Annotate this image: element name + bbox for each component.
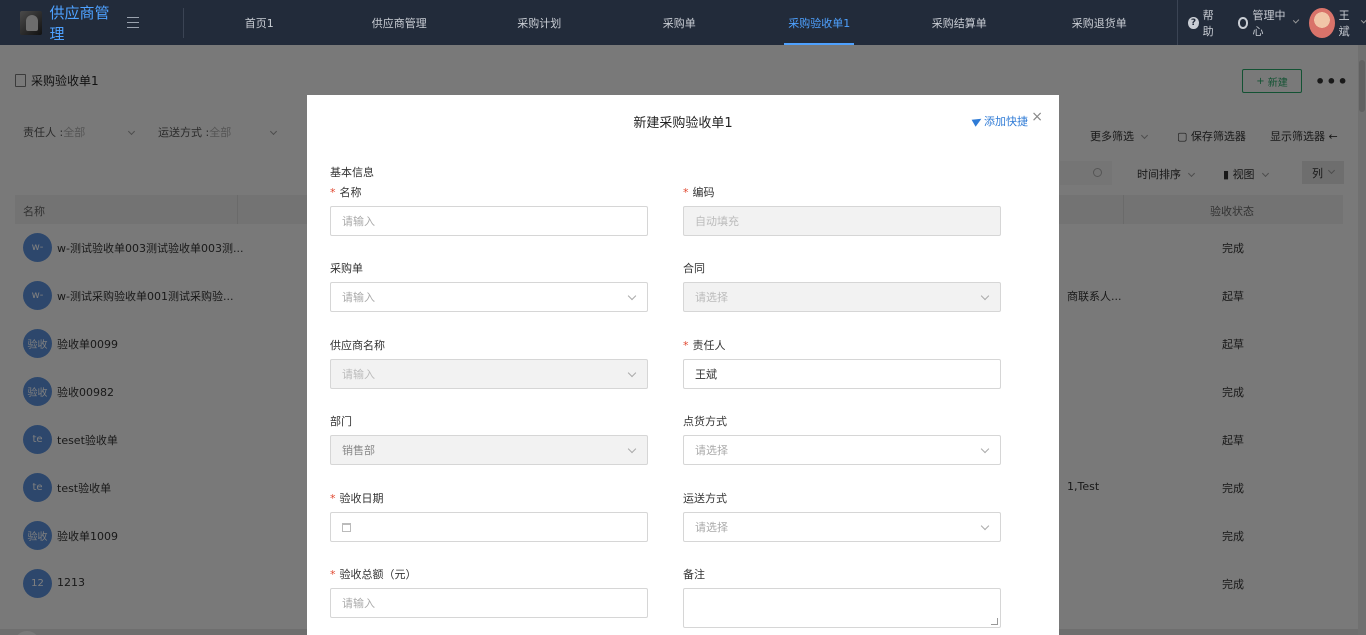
quick-add-link[interactable]: 添加快捷 [971, 113, 1028, 129]
count-method-placeholder: 请选择 [695, 444, 728, 457]
chevron-down-icon [627, 368, 637, 378]
field-label-supplier: 供应商名称 [330, 339, 385, 352]
nav-tabs: 首页1 供应商管理 采购计划 采购单 采购验收单1 采购结算单 采购退货单 [189, 0, 1169, 45]
avatar[interactable] [1308, 7, 1335, 38]
field-label-accept-date-text: 验收日期 [339, 492, 384, 505]
admin-center-link[interactable]: 管理中心 [1252, 7, 1290, 39]
field-label-owner-text: 责任人 [692, 339, 726, 352]
field-label-shipping: 运送方式 [683, 492, 727, 505]
nav-tab-purchase-order[interactable]: 采购单 [609, 0, 749, 45]
total-placeholder: 请输入 [342, 597, 375, 610]
chevron-down-icon [627, 291, 637, 301]
calendar-icon [342, 522, 351, 532]
field-label-name-text: 名称 [339, 186, 362, 199]
create-dialog: 新建采购验收单1 添加快捷 × 基本信息 * 名称 请输入 * 编码 自动填充 采购… [307, 95, 1059, 635]
owner-value: 王斌 [695, 368, 717, 381]
owner-input[interactable]: 王斌 [683, 359, 1001, 389]
section-title: 基本信息 [330, 166, 374, 179]
chevron-down-icon [980, 521, 990, 531]
shipping-select[interactable]: 请选择 [683, 512, 1001, 542]
supplier-placeholder: 请输入 [342, 368, 375, 381]
contract-select[interactable]: 请选择 [683, 282, 1001, 312]
nav-right: ? 帮助 管理中心 王斌 [1177, 0, 1366, 45]
field-label-count-method: 点货方式 [683, 415, 727, 428]
field-label-purchase-order: 采购单 [330, 262, 363, 275]
chevron-down-icon [980, 444, 990, 454]
chevron-down-icon [980, 291, 990, 301]
field-label-code-text: 编码 [692, 186, 715, 199]
chevron-down-icon [1360, 17, 1366, 24]
field-label-total: * 验收总额（元） [330, 566, 417, 582]
gear-icon[interactable] [1237, 16, 1249, 29]
accept-date-picker[interactable] [330, 512, 648, 542]
supplier-select[interactable]: 请输入 [330, 359, 648, 389]
nav-tab-return[interactable]: 采购退货单 [1029, 0, 1169, 45]
required-mark: * [330, 568, 336, 581]
quick-add-label: 添加快捷 [984, 115, 1028, 128]
shipping-placeholder: 请选择 [695, 521, 728, 534]
nav-tab-purchase-plan[interactable]: 采购计划 [469, 0, 609, 45]
top-navbar: 供应商管理 首页1 供应商管理 采购计划 采购单 采购验收单1 采购结算单 采购… [0, 0, 1366, 45]
field-label-name: * 名称 [330, 184, 362, 200]
chevron-down-icon [627, 444, 637, 454]
required-mark: * [330, 186, 336, 199]
code-input-placeholder: 自动填充 [695, 215, 739, 228]
nav-tab-supplier[interactable]: 供应商管理 [329, 0, 469, 45]
send-icon [971, 115, 984, 127]
remark-textarea[interactable] [683, 588, 1001, 628]
field-label-accept-date: * 验收日期 [330, 490, 384, 506]
nav-tab-home[interactable]: 首页1 [189, 0, 329, 45]
chevron-down-icon [1293, 17, 1300, 24]
app-brand[interactable]: 供应商管理 [50, 2, 117, 44]
purchase-order-placeholder: 请输入 [342, 291, 375, 304]
department-value: 销售部 [342, 444, 375, 457]
purchase-order-select[interactable]: 请输入 [330, 282, 648, 312]
dialog-title: 新建采购验收单1 [633, 116, 733, 131]
close-icon[interactable]: × [1031, 109, 1043, 125]
count-method-select[interactable]: 请选择 [683, 435, 1001, 465]
required-mark: * [330, 492, 336, 505]
field-label-code: * 编码 [683, 184, 715, 200]
user-name[interactable]: 王斌 [1339, 7, 1358, 39]
required-mark: * [683, 339, 689, 352]
required-mark: * [683, 186, 689, 199]
nav-tab-acceptance[interactable]: 采购验收单1 [749, 0, 889, 45]
name-input-placeholder: 请输入 [342, 215, 375, 228]
help-icon[interactable]: ? [1188, 16, 1199, 29]
nav-divider [183, 7, 185, 38]
contract-placeholder: 请选择 [695, 291, 728, 304]
nav-tab-settlement[interactable]: 采购结算单 [889, 0, 1029, 45]
field-label-total-text: 验收总额（元） [339, 568, 417, 581]
name-input[interactable]: 请输入 [330, 206, 648, 236]
code-input: 自动填充 [683, 206, 1001, 236]
department-select[interactable]: 销售部 [330, 435, 648, 465]
field-label-contract: 合同 [683, 262, 705, 275]
field-label-remark: 备注 [683, 568, 705, 581]
help-link[interactable]: 帮助 [1203, 7, 1222, 39]
field-label-owner: * 责任人 [683, 337, 726, 353]
logo [20, 10, 42, 35]
total-amount-input[interactable]: 请输入 [330, 588, 648, 618]
menu-toggle-icon[interactable] [126, 17, 140, 28]
field-label-department: 部门 [330, 415, 352, 428]
